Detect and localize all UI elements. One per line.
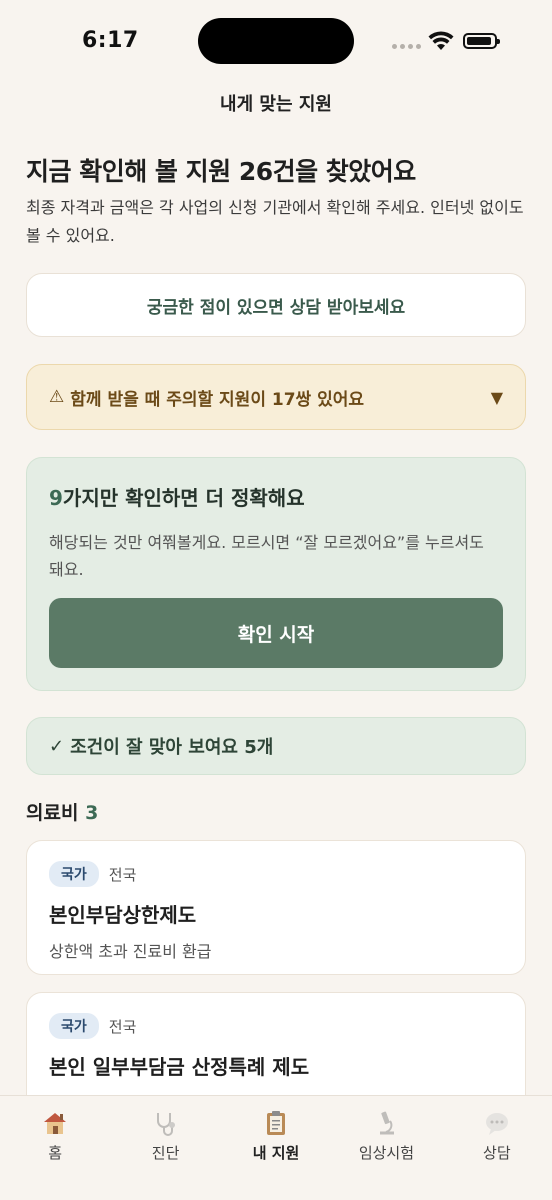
tab-label: 임상시험 — [358, 1144, 415, 1162]
match-text: 조건이 잘 맞아 보여요 5개 — [70, 737, 274, 758]
tab-label: 홈 — [48, 1144, 63, 1162]
signal-icon — [392, 44, 421, 49]
tab-diagnosis[interactable]: 진단 — [110, 1096, 220, 1200]
section-title: 의료비 3 — [26, 798, 98, 825]
dynamic-island — [198, 18, 354, 64]
check-card-description: 해당되는 것만 여쭤볼게요. 모르시면 “잘 모르겠어요”를 누르셔도 돼요. — [49, 533, 484, 579]
check-title-text: 가지만 확인하면 더 정확해요 — [62, 486, 305, 510]
tab-home[interactable]: 홈 — [0, 1096, 110, 1200]
microscope-icon — [371, 1108, 401, 1138]
warning-text: 함께 받을 때 주의할 지원이 17쌍 있어요 — [70, 389, 365, 410]
chevron-down-icon[interactable]: ▼ — [491, 388, 503, 407]
wifi-icon — [428, 31, 454, 50]
chat-icon — [482, 1108, 512, 1138]
tab-bar: 홈 진단 내 지원 임상시험 상담 — [0, 1095, 552, 1200]
tab-label: 진단 — [151, 1144, 180, 1162]
item-description: 상한액 초과 진료비 환급 — [49, 942, 212, 961]
item-title: 본인 일부부담금 산정특례 제도 — [49, 1055, 310, 1079]
tab-clinical-trials[interactable]: 임상시험 — [331, 1096, 441, 1200]
battery-icon — [463, 33, 500, 49]
tab-my-support[interactable]: 내 지원 — [221, 1096, 331, 1200]
status-bar: 6:17 — [0, 0, 552, 80]
support-item[interactable]: 국가 전국 본인부담상한제도 상한액 초과 진료비 환급 — [26, 840, 526, 975]
warning-banner[interactable]: ⚠ 함께 받을 때 주의할 지원이 17쌍 있어요 ▼ — [26, 364, 526, 430]
check-card-title: 9가지만 확인하면 더 정확해요 — [49, 482, 503, 511]
stethoscope-icon — [151, 1108, 181, 1138]
region-label: 전국 — [108, 1017, 137, 1036]
clipboard-icon — [261, 1108, 291, 1138]
tab-label: 내 지원 — [252, 1144, 300, 1162]
section-count: 3 — [85, 802, 99, 824]
match-banner[interactable]: ✓ 조건이 잘 맞아 보여요 5개 — [26, 717, 526, 775]
section-label: 의료비 — [26, 802, 79, 824]
tab-consult[interactable]: 상담 — [442, 1096, 552, 1200]
check-count: 9 — [49, 486, 63, 510]
item-title: 본인부담상한제도 — [49, 903, 197, 927]
home-icon — [40, 1108, 70, 1138]
status-time: 6:17 — [82, 28, 139, 53]
scope-badge: 국가 — [49, 1013, 99, 1039]
scope-badge: 국가 — [49, 861, 99, 887]
tab-label: 상담 — [483, 1144, 511, 1162]
check-icon: ✓ — [49, 735, 65, 757]
region-label: 전국 — [108, 865, 137, 884]
page-headline: 지금 확인해 볼 지원 26건을 찾았어요 — [26, 157, 416, 186]
start-check-button[interactable]: 확인 시작 — [49, 598, 503, 668]
consult-button[interactable]: 궁금한 점이 있으면 상담 받아보세요 — [26, 273, 526, 337]
warning-icon: ⚠ — [49, 387, 65, 407]
check-card: 9가지만 확인하면 더 정확해요 해당되는 것만 여쭤볼게요. 모르시면 “잘 … — [26, 457, 526, 691]
page-subtext: 최종 자격과 금액은 각 사업의 신청 기관에서 확인해 주세요. 인터넷 없이… — [26, 198, 524, 245]
nav-title: 내게 맞는 지원 — [220, 94, 332, 115]
